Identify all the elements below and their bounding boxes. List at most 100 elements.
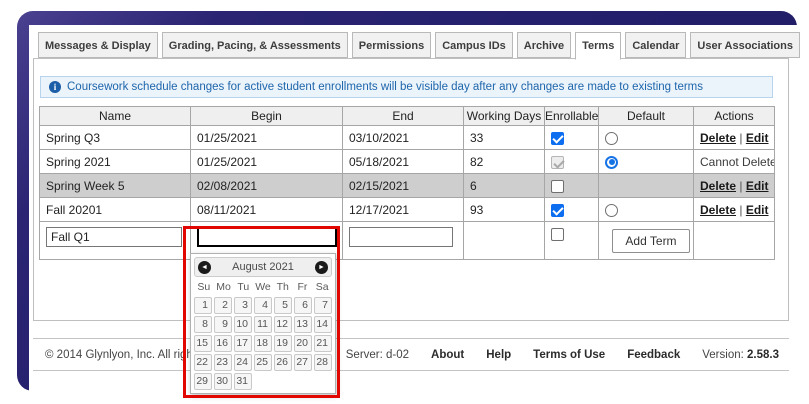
term-end: 03/10/2021	[343, 126, 464, 150]
calendar-day[interactable]: 17	[234, 335, 252, 352]
tab-permissions[interactable]: Permissions	[352, 32, 431, 58]
about-link[interactable]: About	[431, 349, 464, 361]
calendar-day[interactable]: 20	[294, 335, 312, 352]
info-icon: i	[49, 81, 61, 93]
new-term-end-input[interactable]	[349, 227, 453, 247]
calendar-day[interactable]: 28	[314, 354, 332, 371]
term-working-days: 6	[464, 174, 545, 198]
day-name: Sa	[312, 281, 332, 293]
delete-link[interactable]: Delete	[700, 203, 736, 217]
table-row: Spring 2021 01/25/2021 05/18/2021 82 Can…	[40, 150, 775, 174]
tab-calendar[interactable]: Calendar	[625, 32, 686, 58]
term-name: Spring 2021	[40, 150, 191, 174]
feedback-link[interactable]: Feedback	[627, 349, 680, 361]
term-name: Spring Q3	[40, 126, 191, 150]
calendar-day[interactable]: 16	[214, 335, 232, 352]
tab-user-associations[interactable]: User Associations	[690, 32, 800, 58]
calendar-day[interactable]: 30	[214, 373, 232, 390]
calendar-day[interactable]: 25	[254, 354, 272, 371]
term-working-days: 33	[464, 126, 545, 150]
calendar-day[interactable]: 5	[274, 297, 292, 314]
table-row: Spring Q3 01/25/2021 03/10/2021 33 Delet…	[40, 126, 775, 150]
col-header-enrollable: Enrollable	[545, 107, 599, 126]
tab-campus-ids[interactable]: Campus IDs	[435, 32, 513, 58]
term-working-days: 82	[464, 150, 545, 174]
calendar-day[interactable]: 3	[234, 297, 252, 314]
calendar-day[interactable]: 24	[234, 354, 252, 371]
calendar-day[interactable]: 4	[254, 297, 272, 314]
default-radio[interactable]	[605, 132, 618, 145]
calendar-day	[294, 373, 312, 390]
calendar-day[interactable]: 12	[274, 316, 292, 333]
calendar-day[interactable]: 14	[314, 316, 332, 333]
calendar-prev-icon[interactable]: ◄	[198, 261, 211, 274]
new-term-begin-input[interactable]	[197, 227, 337, 247]
footer-bar: © 2014 Glynlyon, Inc. All rights reserve…	[33, 338, 789, 371]
calendar-day[interactable]: 2	[214, 297, 232, 314]
calendar-day[interactable]: 22	[194, 354, 212, 371]
edit-link[interactable]: Edit	[746, 131, 769, 145]
calendar-day[interactable]: 10	[234, 316, 252, 333]
term-begin: 01/25/2021	[191, 150, 343, 174]
default-radio[interactable]	[605, 204, 618, 217]
calendar-day[interactable]: 21	[314, 335, 332, 352]
term-end: 12/17/2021	[343, 198, 464, 222]
terms-panel: i Coursework schedule changes for active…	[33, 58, 789, 321]
terms-of-use-link[interactable]: Terms of Use	[533, 349, 605, 361]
enrollable-checkbox[interactable]	[551, 132, 564, 145]
date-picker-popup: ◄ August 2021 ► Su Mo Tu We Th Fr Sa 1 2…	[190, 253, 336, 394]
tab-bar: Messages & Display Grading, Pacing, & As…	[38, 32, 800, 60]
enrollable-checkbox[interactable]	[551, 180, 564, 193]
calendar-day[interactable]: 15	[194, 335, 212, 352]
calendar-day	[274, 373, 292, 390]
col-header-working-days: Working Days	[464, 107, 545, 126]
delete-link[interactable]: Delete	[700, 179, 736, 193]
col-header-name: Name	[40, 107, 191, 126]
version-value: 2.58.3	[747, 349, 779, 361]
help-link[interactable]: Help	[486, 349, 511, 361]
tab-archive[interactable]: Archive	[517, 32, 571, 58]
delete-link[interactable]: Delete	[700, 131, 736, 145]
edit-link[interactable]: Edit	[746, 203, 769, 217]
calendar-day[interactable]: 26	[274, 354, 292, 371]
term-name: Spring Week 5	[40, 174, 191, 198]
calendar-day[interactable]: 6	[294, 297, 312, 314]
col-header-end: End	[343, 107, 464, 126]
calendar-day[interactable]: 1	[194, 297, 212, 314]
server-label: Server: d-02	[346, 349, 409, 361]
calendar-day[interactable]: 13	[294, 316, 312, 333]
cannot-delete-label: Cannot Delete	[700, 155, 775, 169]
calendar-day[interactable]: 23	[214, 354, 232, 371]
default-cell-empty	[599, 174, 694, 198]
tab-terms[interactable]: Terms	[575, 32, 621, 60]
calendar-day[interactable]: 8	[194, 316, 212, 333]
calendar-day[interactable]: 7	[314, 297, 332, 314]
add-term-button[interactable]: Add Term	[612, 229, 690, 253]
day-name: Tu	[233, 281, 253, 293]
col-header-begin: Begin	[191, 107, 343, 126]
calendar-day[interactable]: 27	[294, 354, 312, 371]
table-row-highlighted: Spring Week 5 02/08/2021 02/15/2021 6 De…	[40, 174, 775, 198]
tab-grading-pacing-assessments[interactable]: Grading, Pacing, & Assessments	[162, 32, 348, 58]
calendar-day[interactable]: 19	[274, 335, 292, 352]
new-term-enrollable-checkbox[interactable]	[551, 228, 564, 241]
default-radio[interactable]	[605, 156, 618, 169]
calendar-grid: 1 2 3 4 5 6 7 8 9 10 11 12 13 14 15 16 1…	[194, 297, 332, 390]
calendar-day[interactable]: 31	[234, 373, 252, 390]
tab-messages-display[interactable]: Messages & Display	[38, 32, 158, 58]
version-text: Version:	[702, 349, 744, 361]
enrollable-checkbox-disabled	[551, 156, 564, 169]
calendar-next-icon[interactable]: ►	[315, 261, 328, 274]
new-term-name-input[interactable]	[46, 227, 182, 247]
new-term-working-days-empty	[464, 222, 545, 260]
edit-link[interactable]: Edit	[746, 179, 769, 193]
calendar-day[interactable]: 9	[214, 316, 232, 333]
term-begin: 01/25/2021	[191, 126, 343, 150]
col-header-default: Default	[599, 107, 694, 126]
calendar-day[interactable]: 11	[254, 316, 272, 333]
enrollable-checkbox[interactable]	[551, 204, 564, 217]
action-separator: |	[736, 203, 746, 217]
calendar-day[interactable]: 29	[194, 373, 212, 390]
calendar-day[interactable]: 18	[254, 335, 272, 352]
day-name: Fr	[293, 281, 313, 293]
